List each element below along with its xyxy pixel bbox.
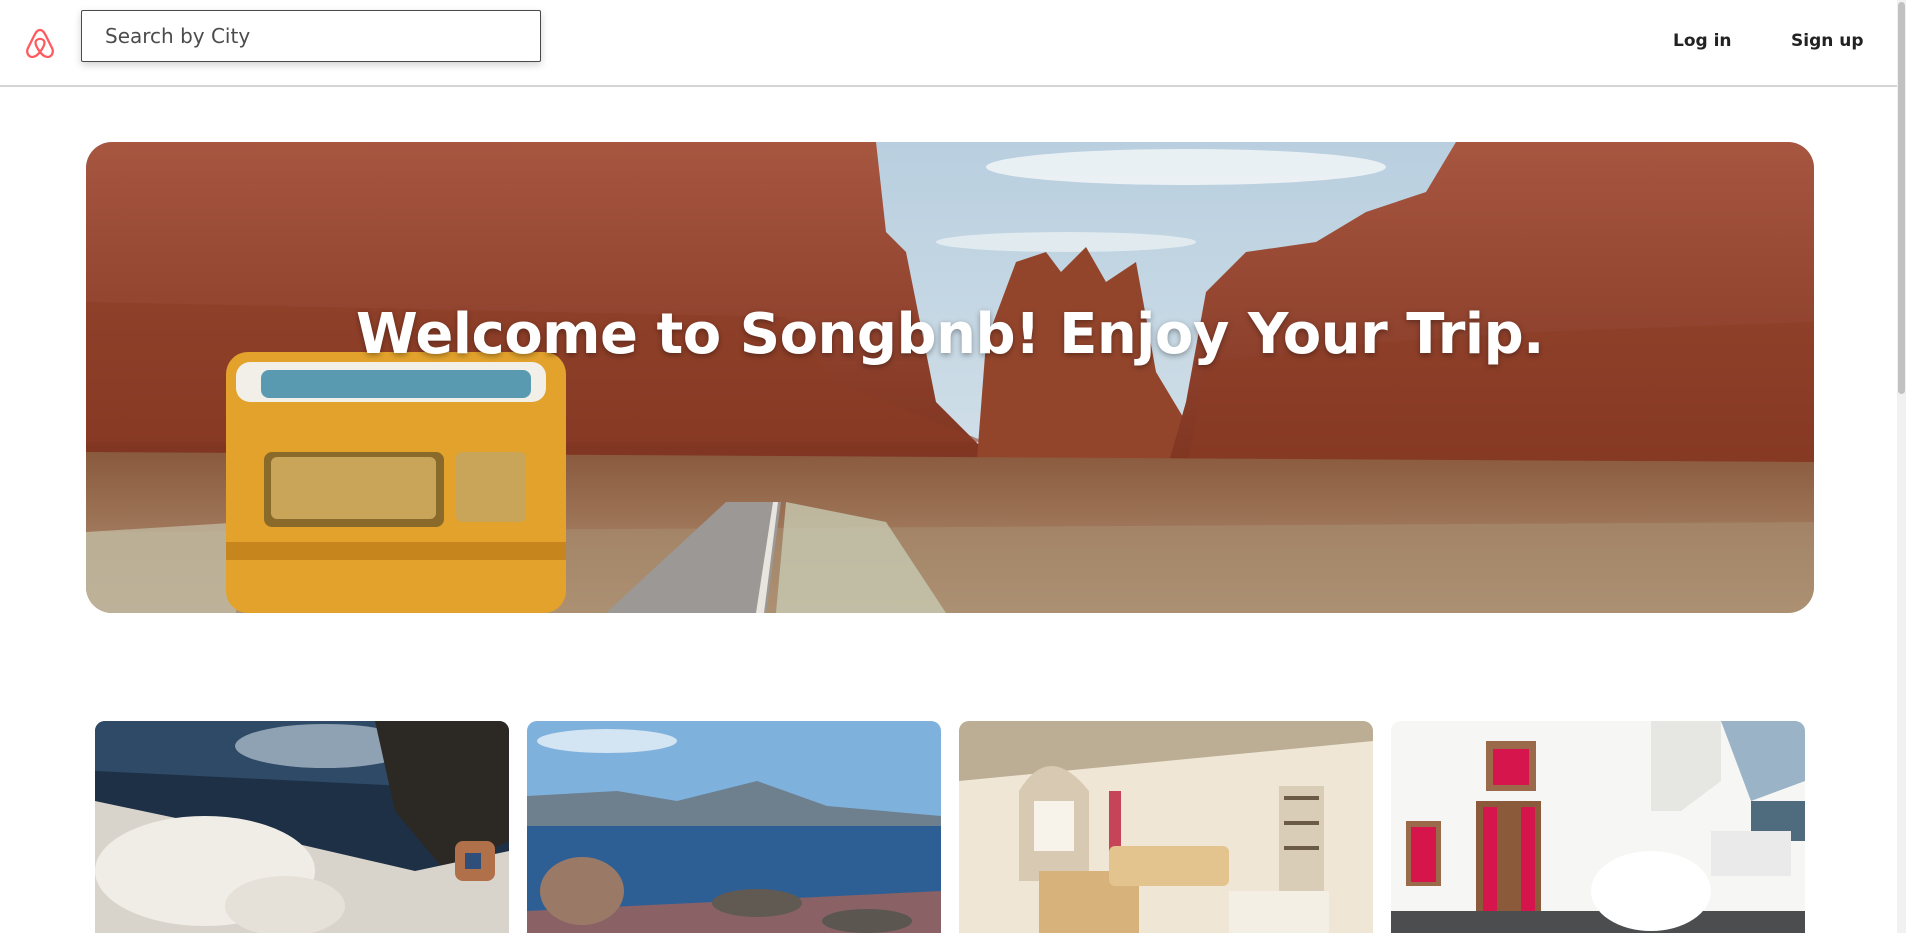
listing-card-2[interactable] [527, 721, 941, 933]
airbnb-logo-icon[interactable] [25, 26, 55, 60]
listing-image-4 [1391, 721, 1805, 933]
listing-card-1[interactable] [95, 721, 509, 933]
listing-image-3 [959, 721, 1373, 933]
search-input[interactable] [81, 10, 541, 62]
van-shape [226, 352, 566, 613]
hero-banner: Welcome to Songbnb! Enjoy Your Trip. [86, 142, 1814, 613]
signup-link[interactable]: Sign up [1791, 31, 1864, 51]
top-navigation-bar: Log in Sign up [0, 0, 1897, 87]
listing-card-3[interactable] [959, 721, 1373, 933]
hero-title: Welcome to Songbnb! Enjoy Your Trip. [356, 302, 1544, 367]
hero-image [86, 142, 1814, 613]
page-scrollbar[interactable] [1897, 0, 1906, 933]
listing-card-4[interactable] [1391, 721, 1805, 933]
login-link[interactable]: Log in [1673, 31, 1732, 51]
scrollbar-thumb[interactable] [1898, 2, 1905, 394]
listing-image-1 [95, 721, 509, 933]
listing-image-2 [527, 721, 941, 933]
